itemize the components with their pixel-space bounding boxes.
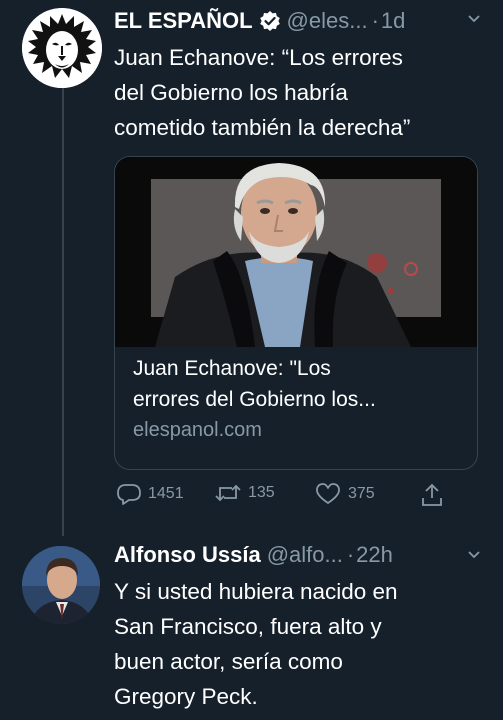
tweet2-text: Y si usted hubiera nacido en San Francis… xyxy=(114,579,398,709)
tweet1-text: Juan Echanove: “Los errores del Gobierno… xyxy=(114,45,411,140)
share-icon xyxy=(422,483,442,506)
tweet1-actions: 1451 135 375 xyxy=(114,482,454,512)
retweet-count: 135 xyxy=(248,484,275,501)
like-count: 375 xyxy=(348,485,375,502)
tweet1-timestamp[interactable]: 1d xyxy=(381,8,405,34)
tweet2-handle[interactable]: @alfo... xyxy=(267,542,343,568)
link-card[interactable]: Juan Echanove: "Los errores del Gobierno… xyxy=(114,156,478,470)
tweet1-header: EL ESPAÑOL @eles... · 1d xyxy=(114,6,405,36)
alfonso-ussia-avatar[interactable] xyxy=(22,546,100,624)
chevron-down-icon[interactable] xyxy=(466,10,482,31)
card-title: Juan Echanove: "Los errores del Gobierno… xyxy=(133,357,376,411)
tweet2-author-name[interactable]: Alfonso Ussía xyxy=(114,542,261,568)
lion-logo-icon xyxy=(22,8,102,88)
tweet1-handle[interactable]: @eles... xyxy=(287,8,368,34)
chevron-down-icon[interactable] xyxy=(466,546,482,567)
thread-connector-line xyxy=(62,84,64,536)
verified-badge-icon xyxy=(259,10,281,32)
tweet1-separator: · xyxy=(371,8,379,33)
reply-button[interactable]: 1451 xyxy=(116,482,184,506)
tweet2-separator: · xyxy=(346,542,355,567)
like-icon xyxy=(316,483,340,504)
reply-icon xyxy=(117,484,141,505)
card-body: Juan Echanove: "Los errores del Gobierno… xyxy=(133,353,463,445)
tweet1-author-name[interactable]: EL ESPAÑOL xyxy=(114,8,253,34)
card-domain: elespanol.com xyxy=(133,419,262,441)
tweet2-timestamp[interactable]: 22h xyxy=(356,542,393,568)
el-espanol-avatar[interactable] xyxy=(22,8,102,88)
card-image xyxy=(115,157,477,347)
retweet-icon xyxy=(215,484,241,502)
profile-photo xyxy=(22,546,100,624)
tweet2-header: Alfonso Ussía @alfo... · 22h xyxy=(114,540,393,570)
share-button[interactable] xyxy=(420,482,450,508)
reply-count: 1451 xyxy=(148,485,184,502)
retweet-button[interactable]: 135 xyxy=(214,482,275,504)
like-button[interactable]: 375 xyxy=(314,482,375,506)
